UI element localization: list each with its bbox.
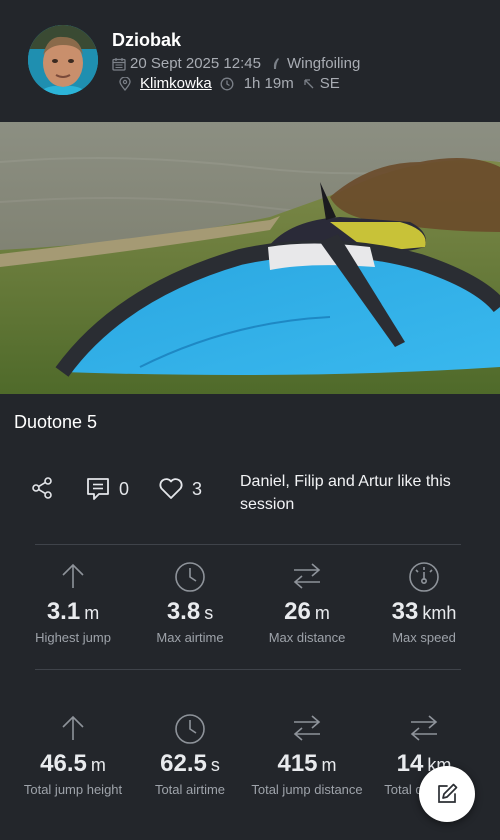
clock-icon	[175, 562, 205, 592]
stat-highest-jump: 3.1 m Highest jump	[14, 561, 132, 645]
stat-value: 3.1	[46, 598, 81, 625]
stat-value: 26	[284, 598, 311, 625]
comment-icon	[87, 478, 109, 500]
speedometer-icon	[409, 562, 439, 592]
session-wind-text: SE	[319, 75, 340, 92]
location-pin-icon	[119, 76, 131, 91]
divider	[35, 669, 461, 670]
divider	[35, 544, 461, 545]
stat-value: 3.8	[166, 598, 201, 625]
session-location[interactable]: Klimkowka	[118, 75, 212, 92]
stat-value: 14	[396, 750, 424, 777]
stat-label: Total jump height	[23, 782, 123, 797]
session-date-text: 20 Sept 2025 12:45	[130, 55, 261, 72]
session-date: 20 Sept 2025 12:45	[112, 55, 261, 72]
stat-label: Total airtime	[154, 782, 226, 797]
stat-unit: s	[204, 603, 214, 623]
like-button[interactable]: 3	[158, 477, 202, 501]
stat-label: Highest jump	[35, 630, 111, 645]
stat-unit: m	[90, 755, 106, 775]
session-meta-row-1: 20 Sept 2025 12:45 Wingfoiling	[112, 55, 368, 72]
edit-session-button[interactable]	[419, 766, 475, 822]
stat-unit: kmh	[422, 603, 457, 623]
wing-icon	[273, 57, 279, 69]
wind-direction-arrow-icon	[304, 78, 314, 88]
session-wind: SE	[302, 75, 340, 92]
clock-icon	[175, 714, 205, 744]
username[interactable]: Dziobak	[112, 30, 181, 51]
transfer-arrows-icon	[293, 563, 321, 589]
share-icon	[32, 477, 52, 499]
stat-value: 33	[391, 598, 419, 625]
stat-unit: m	[84, 603, 100, 623]
arrow-up-icon	[62, 715, 84, 740]
stat-unit: m	[321, 755, 337, 775]
stat-max-distance: 26 m Max distance	[248, 561, 366, 645]
stat-label: Max speed	[392, 630, 456, 645]
stat-value: 62.5	[160, 750, 207, 777]
stat-total-jump-height: 46.5 m Total jump height	[14, 713, 132, 797]
likes-summary[interactable]: Daniel, Filip and Artur like this sessio…	[240, 470, 485, 516]
stat-total-jump-distance: 415 m Total jump distance	[248, 713, 366, 797]
stat-label: Total jump distance	[251, 782, 363, 797]
transfer-arrows-icon	[293, 715, 321, 741]
session-header: Dziobak 20 Sept 2025 12:45 Wingfoiling K…	[0, 0, 500, 122]
calendar-icon	[112, 57, 126, 71]
clock-icon	[220, 77, 234, 90]
transfer-arrows-icon	[410, 715, 438, 741]
heart-icon	[159, 478, 183, 499]
session-photo[interactable]	[0, 122, 500, 394]
session-title: Duotone 5	[14, 412, 98, 432]
stat-label: Max airtime	[156, 630, 224, 645]
comments-count: 0	[119, 478, 130, 499]
share-button[interactable]	[30, 476, 54, 500]
edit-pencil-icon	[438, 783, 458, 803]
arrow-up-icon	[62, 563, 84, 588]
stat-label: Max distance	[268, 630, 346, 645]
stat-unit: s	[210, 755, 220, 775]
comments-button[interactable]: 0	[85, 476, 129, 502]
session-duration: 1h 19m	[220, 75, 294, 92]
stat-max-speed: 33 kmh Max speed	[365, 561, 483, 645]
stat-unit: m	[314, 603, 330, 623]
likes-count: 3	[192, 478, 203, 499]
stat-max-airtime: 3.8 s Max airtime	[131, 561, 249, 645]
stat-value: 415	[277, 750, 318, 777]
avatar[interactable]	[28, 25, 98, 95]
session-duration-text: 1h 19m	[243, 75, 294, 92]
location-link[interactable]: Klimkowka	[140, 75, 212, 92]
stat-value: 46.5	[40, 750, 87, 777]
session-meta-row-2: Klimkowka 1h 19m SE	[112, 75, 348, 92]
session-sport: Wingfoiling	[269, 55, 360, 72]
stat-total-airtime: 62.5 s Total airtime	[131, 713, 249, 797]
session-sport-text: Wingfoiling	[286, 55, 361, 72]
